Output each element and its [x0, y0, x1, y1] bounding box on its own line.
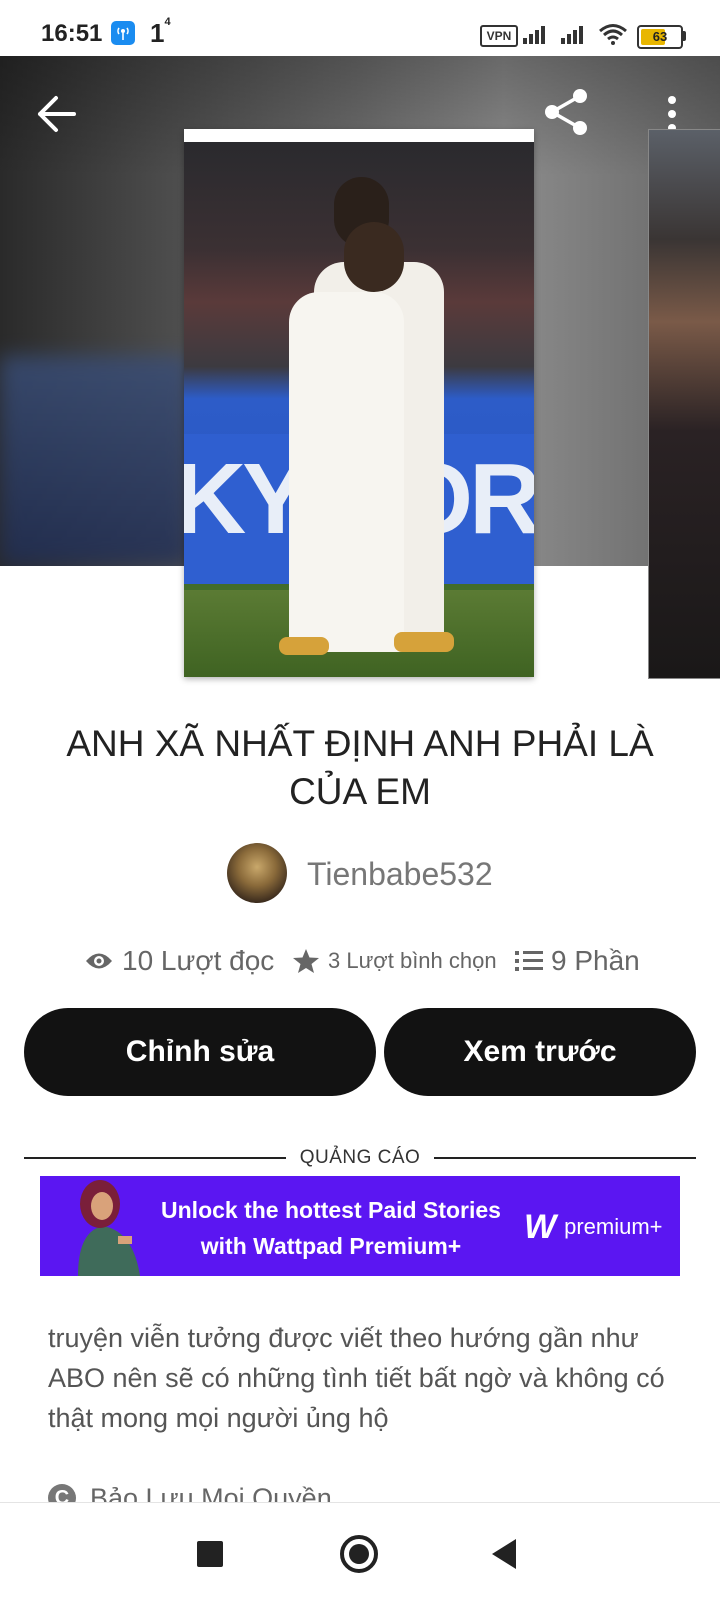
next-story-cover[interactable] — [648, 129, 720, 679]
ad-person-image — [78, 1180, 140, 1276]
arrow-left-icon[interactable] — [34, 92, 78, 136]
share-icon[interactable] — [540, 86, 592, 138]
story-stats: 10 Lượt đọc 3 Lượt bình chọn 9 Phần — [0, 941, 720, 981]
author-name[interactable]: Tienbabe532 — [307, 856, 493, 893]
author-row[interactable]: Tienbabe532 — [0, 843, 720, 907]
status-time: 16:51 — [41, 20, 103, 47]
preview-button[interactable]: Xem trước — [384, 1008, 696, 1096]
back-triangle-icon[interactable] — [492, 1539, 516, 1569]
notification-count: 14 — [150, 16, 171, 48]
eye-icon — [86, 953, 112, 969]
wifi-icon — [599, 24, 627, 45]
star-icon — [293, 949, 319, 973]
story-title: ANH XÃ NHẤT ĐỊNH ANH PHẢI LÀ CỦA EM — [66, 723, 654, 812]
edit-button[interactable]: Chỉnh sửa — [24, 1008, 376, 1096]
ad-label: QUẢNG CÁO — [299, 1147, 421, 1168]
system-nav-bar — [0, 1502, 720, 1601]
home-circle-icon[interactable] — [340, 1535, 378, 1573]
avatar[interactable] — [227, 843, 287, 903]
story-cover[interactable]: KYWORTH — [184, 129, 534, 677]
parts-stat[interactable]: 9 Phần — [515, 941, 640, 981]
story-description: truyện viễn tưởng được viết theo hướng g… — [48, 1323, 665, 1433]
status-bar: 16:51 14 VPN 63 — [0, 0, 720, 56]
ad-label-row: QUẢNG CÁO — [24, 1144, 696, 1172]
votes-stat: 3 Lượt bình chọn — [292, 941, 497, 981]
signal-icon — [523, 26, 545, 44]
ad-brand: Wpremium+ — [524, 1208, 663, 1246]
list-icon — [515, 951, 543, 971]
recents-square-icon[interactable] — [197, 1541, 223, 1567]
battery-icon: 63 — [637, 25, 683, 49]
cover-image: KYWORTH — [184, 142, 534, 677]
signal-icon-2 — [561, 26, 583, 44]
ad-banner[interactable]: Unlock the hottest Paid Stories with Wat… — [40, 1176, 680, 1276]
reads-stat: 10 Lượt đọc — [84, 941, 274, 981]
ad-text: Unlock the hottest Paid Stories with Wat… — [161, 1197, 501, 1259]
hotspot-icon — [111, 21, 135, 45]
vpn-badge: VPN — [480, 25, 518, 47]
